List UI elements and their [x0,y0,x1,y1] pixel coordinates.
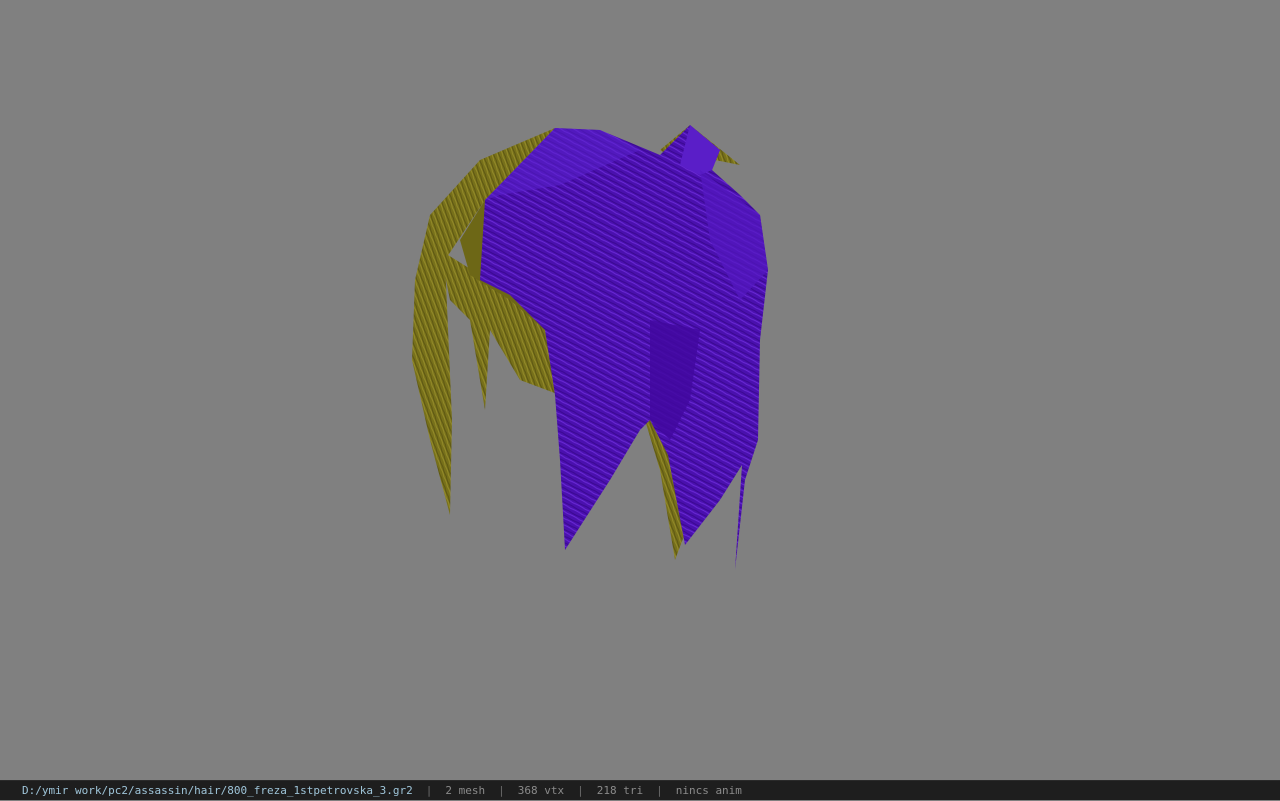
model-render [412,125,768,570]
animation-status-label: nincs anim [675,784,742,797]
status-bar: D:/ymir work/pc2/assassin/hair/800_freza… [0,780,1280,800]
file-path-label: D:/ymir work/pc2/assassin/hair/800_freza… [22,784,413,797]
3d-viewport[interactable] [0,0,1280,780]
vertex-count-label: 368 vtx [517,784,565,797]
separator: | [656,784,663,797]
triangle-count-label: 218 tri [596,784,644,797]
mesh-count-label: 2 mesh [445,784,486,797]
separator: | [577,784,584,797]
separator: | [425,784,433,797]
separator: | [498,784,505,797]
